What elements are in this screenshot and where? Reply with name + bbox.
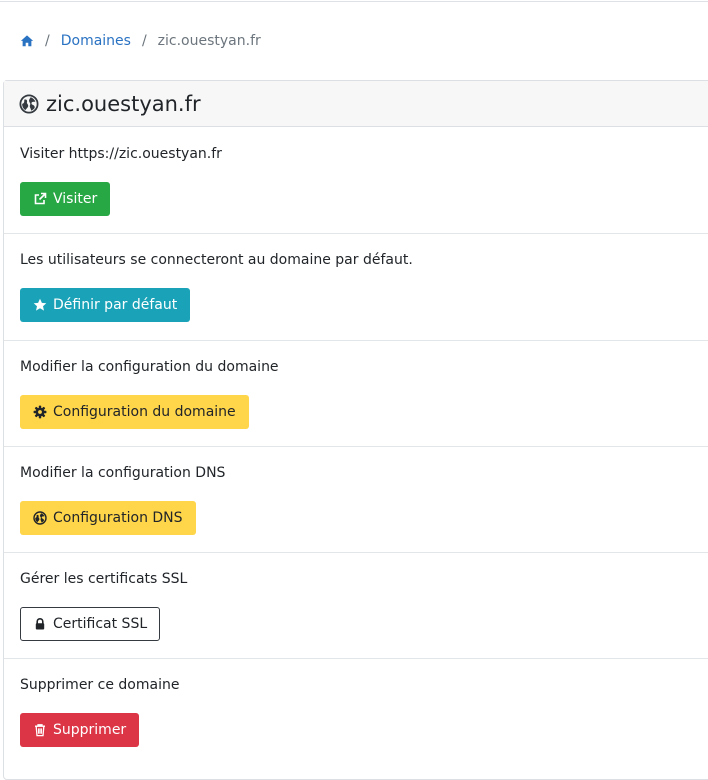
gear-icon — [33, 405, 47, 419]
dns-config-section: Modifier la configuration DNS Configurat… — [4, 446, 708, 552]
visit-section: Visiter https://zic.ouestyan.fr Visiter — [4, 127, 708, 233]
ssl-section: Gérer les certificats SSL Certificat SSL — [4, 552, 708, 658]
delete-button-label: Supprimer — [53, 722, 127, 738]
page-title: zic.ouestyan.fr — [46, 91, 201, 116]
breadcrumb-domains-link[interactable]: Domaines — [61, 33, 131, 49]
dns-config-button-label: Configuration DNS — [53, 510, 183, 526]
default-description: Les utilisateurs se connecteront au doma… — [20, 252, 413, 268]
visit-description: Visiter https://zic.ouestyan.fr — [20, 146, 222, 162]
card-header: zic.ouestyan.fr — [4, 81, 708, 127]
ssl-certificate-button[interactable]: Certificat SSL — [20, 607, 161, 641]
lock-icon — [33, 617, 47, 631]
external-link-icon — [33, 192, 47, 206]
dns-config-description: Modifier la configuration DNS — [20, 465, 226, 481]
globe-icon — [33, 511, 47, 525]
visit-button[interactable]: Visiter — [20, 182, 111, 216]
breadcrumb: / Domaines / zic.ouestyan.fr — [20, 31, 261, 51]
home-icon[interactable] — [20, 34, 34, 48]
set-default-button-label: Définir par défaut — [53, 297, 178, 313]
delete-description: Supprimer ce domaine — [20, 677, 180, 693]
domain-config-button-label: Configuration du domaine — [53, 404, 236, 420]
dns-config-button[interactable]: Configuration DNS — [20, 501, 196, 535]
globe-icon — [19, 93, 39, 114]
breadcrumb-separator: / — [45, 33, 50, 49]
domain-config-section: Modifier la configuration du domaine Con… — [4, 340, 708, 446]
breadcrumb-current: zic.ouestyan.fr — [157, 33, 261, 49]
delete-section: Supprimer ce domaine Supprimer — [4, 658, 708, 764]
star-icon — [33, 298, 47, 312]
domain-config-description: Modifier la configuration du domaine — [20, 359, 279, 375]
trash-icon — [33, 723, 47, 737]
delete-button[interactable]: Supprimer — [20, 713, 140, 747]
visit-button-label: Visiter — [53, 191, 98, 207]
top-divider — [0, 0, 708, 2]
breadcrumb-separator: / — [141, 33, 147, 49]
set-default-button[interactable]: Définir par défaut — [20, 288, 191, 322]
ssl-description: Gérer les certificats SSL — [20, 571, 188, 587]
ssl-certificate-button-label: Certificat SSL — [53, 616, 148, 632]
domain-config-button[interactable]: Configuration du domaine — [20, 395, 249, 429]
domain-card: zic.ouestyan.fr Visiter https://zic.oues… — [3, 80, 708, 780]
default-section: Les utilisateurs se connecteront au doma… — [4, 233, 708, 340]
